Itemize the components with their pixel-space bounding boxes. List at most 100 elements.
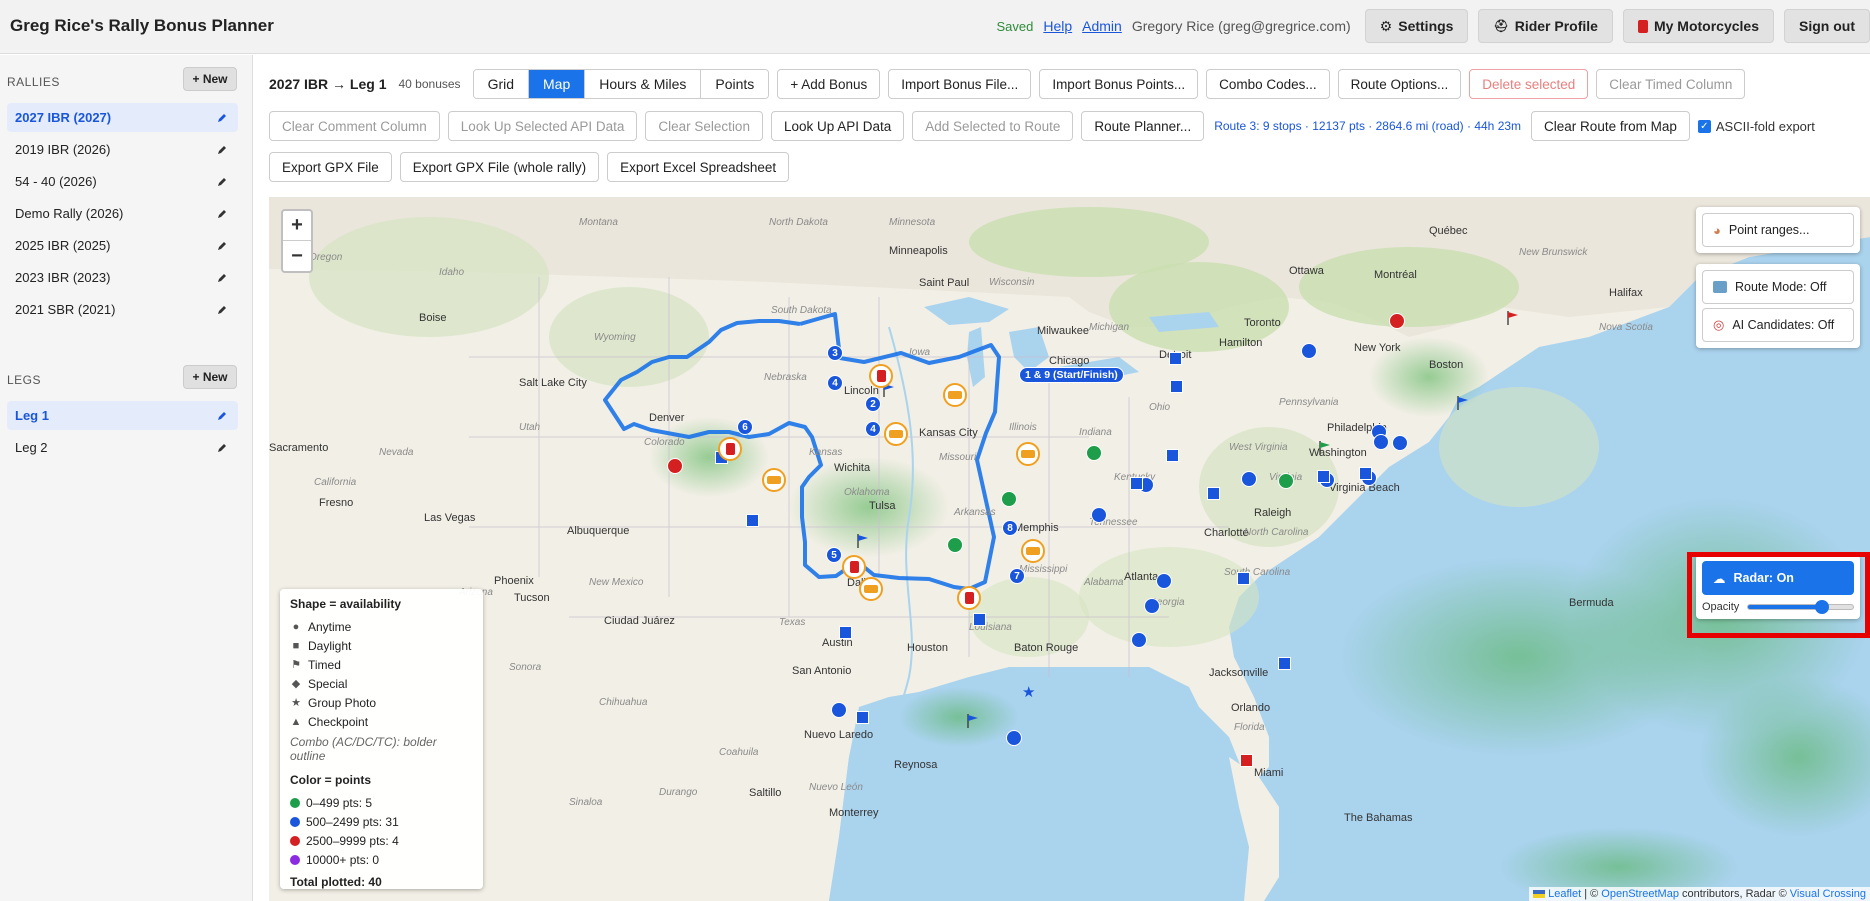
ai-candidates-button[interactable]: ◎ AI Candidates: Off <box>1702 308 1854 342</box>
edit-pencil-icon[interactable] <box>216 304 228 316</box>
rally-item[interactable]: 2021 SBR (2021) <box>7 295 238 324</box>
edit-pencil-icon[interactable] <box>216 112 228 124</box>
rest-stop-truck-icon[interactable] <box>884 422 908 446</box>
bonus-marker-daylight[interactable] <box>746 514 759 527</box>
lookup-selected-api-button[interactable]: Look Up Selected API Data <box>447 111 638 141</box>
start-finish-label[interactable]: 1 & 9 (Start/Finish) <box>1019 367 1124 383</box>
export-gpx-button[interactable]: Export GPX File <box>269 152 392 182</box>
bonus-marker-anytime[interactable] <box>1006 730 1022 746</box>
route-stop-number[interactable]: 8 <box>1002 520 1018 536</box>
bonus-marker-anytime[interactable] <box>1389 313 1405 329</box>
bonus-marker-anytime[interactable] <box>1301 343 1317 359</box>
bonus-marker-daylight[interactable] <box>1130 477 1143 490</box>
bonus-marker-daylight[interactable] <box>839 626 852 639</box>
rally-item[interactable]: 2019 IBR (2026) <box>7 135 238 164</box>
tab-points[interactable]: Points <box>701 70 769 98</box>
import-bonus-points-button[interactable]: Import Bonus Points... <box>1039 69 1199 99</box>
rally-item[interactable]: 2023 IBR (2023) <box>7 263 238 292</box>
bonus-marker-anytime[interactable] <box>1086 445 1102 461</box>
bonus-marker-anytime[interactable] <box>1001 491 1017 507</box>
bonus-marker-anytime[interactable] <box>1392 435 1408 451</box>
route-mode-button[interactable]: Route Mode: Off <box>1702 270 1854 304</box>
bonus-marker-anytime[interactable] <box>667 458 683 474</box>
help-link[interactable]: Help <box>1043 18 1072 34</box>
point-ranges-button[interactable]: ◕ Point ranges... <box>1702 213 1854 247</box>
route-options-button[interactable]: Route Options... <box>1337 69 1462 99</box>
bonus-marker-anytime[interactable] <box>831 702 847 718</box>
add-selected-to-route-button[interactable]: Add Selected to Route <box>912 111 1074 141</box>
my-motorcycles-button[interactable]: My Motorcycles <box>1622 9 1774 43</box>
clear-timed-column-button[interactable]: Clear Timed Column <box>1596 69 1746 99</box>
map-canvas[interactable]: Québec Montréal Ottawa Halifax Boston New Yor… <box>269 197 1870 901</box>
fuel-stop-icon[interactable] <box>842 555 866 579</box>
new-rally-button[interactable]: + New <box>183 67 237 91</box>
edit-pencil-icon[interactable] <box>216 144 228 156</box>
edit-pencil-icon[interactable] <box>216 208 228 220</box>
bonus-marker-anytime[interactable] <box>1241 471 1257 487</box>
rally-item[interactable]: Demo Rally (2026) <box>7 199 238 228</box>
rest-stop-truck-icon[interactable] <box>859 577 883 601</box>
tab-map[interactable]: Map <box>529 70 586 98</box>
route-stop-number[interactable]: 6 <box>737 419 753 435</box>
edit-pencil-icon[interactable] <box>216 176 228 188</box>
clear-selection-button[interactable]: Clear Selection <box>645 111 763 141</box>
bonus-marker-anytime[interactable] <box>1156 573 1172 589</box>
bonus-marker-daylight[interactable] <box>1359 467 1372 480</box>
route-stop-number[interactable]: 2 <box>865 396 881 412</box>
bonus-marker-daylight[interactable] <box>1278 657 1291 670</box>
bonus-marker-daylight[interactable] <box>1207 487 1220 500</box>
route-planner-button[interactable]: Route Planner... <box>1081 111 1205 141</box>
fuel-stop-icon[interactable] <box>718 437 742 461</box>
new-leg-button[interactable]: + New <box>183 365 237 389</box>
bonus-marker-daylight[interactable] <box>856 711 869 724</box>
rider-profile-button[interactable]: ⛑ Rider Profile <box>1478 9 1613 43</box>
edit-pencil-icon[interactable] <box>216 272 228 284</box>
bonus-marker-daylight[interactable] <box>973 613 986 626</box>
sign-out-button[interactable]: Sign out <box>1784 9 1870 43</box>
rally-item[interactable]: 2025 IBR (2025) <box>7 231 238 260</box>
leg-item[interactable]: Leg 2 <box>7 433 238 462</box>
bonus-marker-anytime[interactable] <box>1091 507 1107 523</box>
rally-item[interactable]: 2027 IBR (2027) <box>7 103 238 132</box>
bonus-marker-daylight[interactable] <box>1240 754 1253 767</box>
visual-crossing-link[interactable]: Visual Crossing <box>1790 888 1866 900</box>
zoom-out-button[interactable]: − <box>283 241 311 271</box>
bonus-marker-daylight[interactable] <box>1166 449 1179 462</box>
tab-grid[interactable]: Grid <box>473 70 530 98</box>
bonus-marker-anytime[interactable] <box>1278 473 1294 489</box>
route-stop-number[interactable]: 4 <box>827 375 843 391</box>
zoom-in-button[interactable]: + <box>283 211 311 241</box>
edit-pencil-icon[interactable] <box>216 410 228 422</box>
rest-stop-truck-icon[interactable] <box>943 383 967 407</box>
bonus-marker-anytime[interactable] <box>1144 598 1160 614</box>
fuel-stop-icon[interactable] <box>957 586 981 610</box>
osm-link[interactable]: OpenStreetMap <box>1601 888 1679 900</box>
add-bonus-button[interactable]: + Add Bonus <box>777 69 881 99</box>
clear-route-button[interactable]: Clear Route from Map <box>1531 111 1690 141</box>
bonus-marker-anytime[interactable] <box>1131 632 1147 648</box>
admin-link[interactable]: Admin <box>1082 18 1122 34</box>
delete-selected-button[interactable]: Delete selected <box>1469 69 1589 99</box>
bonus-marker-anytime[interactable] <box>1373 434 1389 450</box>
export-gpx-whole-button[interactable]: Export GPX File (whole rally) <box>399 152 600 182</box>
lookup-api-button[interactable]: Look Up API Data <box>770 111 905 141</box>
bonus-marker-anytime[interactable] <box>947 537 963 553</box>
bonus-marker-daylight[interactable] <box>1317 470 1330 483</box>
bonus-marker-daylight[interactable] <box>1237 572 1250 585</box>
rest-stop-truck-icon[interactable] <box>762 468 786 492</box>
settings-button[interactable]: ⚙ Settings <box>1364 9 1469 43</box>
bonus-marker-daylight[interactable] <box>1169 352 1182 365</box>
bonus-marker-daylight[interactable] <box>1170 380 1183 393</box>
rally-item[interactable]: 54 - 40 (2026) <box>7 167 238 196</box>
fuel-stop-icon[interactable] <box>869 364 893 388</box>
edit-pencil-icon[interactable] <box>216 442 228 454</box>
rest-stop-truck-icon[interactable] <box>1021 539 1045 563</box>
tab-hours-miles[interactable]: Hours & Miles <box>585 70 702 98</box>
export-excel-button[interactable]: Export Excel Spreadsheet <box>607 152 790 182</box>
combo-codes-button[interactable]: Combo Codes... <box>1206 69 1330 99</box>
edit-pencil-icon[interactable] <box>216 240 228 252</box>
route-stop-number[interactable]: 7 <box>1009 568 1025 584</box>
import-bonus-file-button[interactable]: Import Bonus File... <box>888 69 1032 99</box>
leaflet-link[interactable]: Leaflet <box>1548 888 1581 900</box>
clear-comment-column-button[interactable]: Clear Comment Column <box>269 111 440 141</box>
